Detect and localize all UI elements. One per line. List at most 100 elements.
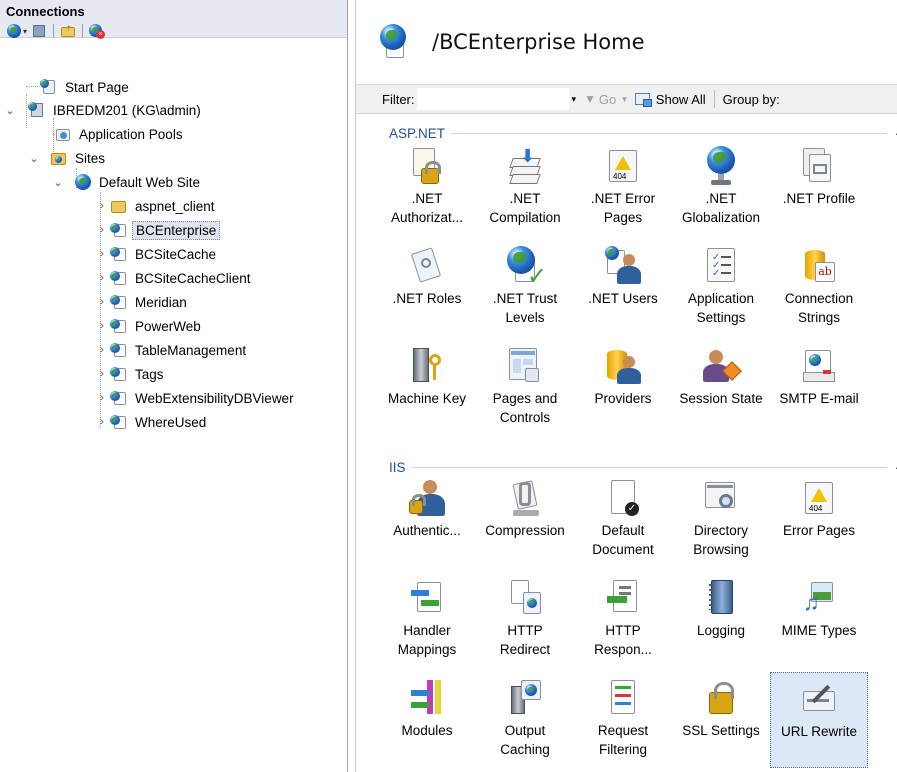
feature-label: Compression — [485, 523, 565, 538]
feature-net-roles[interactable]: .NET Roles — [378, 240, 476, 336]
collapse-chevron-icon[interactable]: ⌄ — [28, 152, 40, 165]
feature-output-caching[interactable]: Output Caching — [476, 672, 574, 768]
expand-chevron-icon[interactable]: › — [96, 224, 108, 236]
page-title: /BCEnterprise Home — [432, 30, 645, 54]
feature-connection-strings[interactable]: ab Connection Strings — [770, 240, 868, 336]
show-all-button[interactable]: Show All — [634, 91, 706, 107]
go-button[interactable]: ▼ Go ▾ — [584, 92, 627, 107]
feature-net-trust-levels[interactable]: ✓ .NET Trust Levels — [476, 240, 574, 336]
feature-label: Pages and — [492, 391, 558, 406]
feature-compression[interactable]: Compression — [476, 472, 574, 568]
feature-label: MIME Types — [781, 623, 857, 638]
feature-modules[interactable]: Modules — [378, 672, 476, 768]
tree-item-powerweb[interactable]: › PowerWeb — [96, 315, 204, 337]
smtp-email-icon — [799, 346, 839, 386]
connection-strings-icon: ab — [799, 246, 839, 286]
tree-item-tags[interactable]: › Tags — [96, 363, 167, 385]
feature-net-users[interactable]: .NET Users — [574, 240, 672, 336]
tree-label: PowerWeb — [135, 318, 201, 334]
expand-chevron-icon[interactable]: › — [96, 344, 108, 356]
disconnect-icon[interactable]: × — [89, 23, 106, 39]
feature-machine-key[interactable]: Machine Key — [378, 340, 476, 436]
feature-authentication[interactable]: Authentic... — [378, 472, 476, 568]
feature-label: Caching — [500, 742, 550, 757]
expand-chevron-icon[interactable]: › — [96, 416, 108, 428]
feature-net-compilation[interactable]: ⬇ .NET Compilation — [476, 140, 574, 236]
up-folder-icon[interactable]: ↑ — [60, 23, 76, 39]
expand-chevron-icon[interactable]: › — [96, 272, 108, 284]
tree-item-bcsitecacheclient[interactable]: › BCSiteCacheClient — [96, 267, 254, 289]
tree-item-start-page[interactable]: Start Page — [38, 76, 132, 98]
tree-item-default-web-site[interactable]: ⌄ Default Web Site — [52, 171, 203, 193]
compression-icon — [505, 478, 545, 518]
machine-key-icon — [407, 346, 447, 386]
tree-label: TableManagement — [135, 342, 247, 358]
feature-label: Machine Key — [387, 391, 467, 406]
feature-ssl-settings[interactable]: SSL Settings — [672, 672, 770, 768]
feature-pages-and-controls[interactable]: Pages and Controls — [476, 340, 574, 436]
feature-label: Logging — [696, 623, 746, 638]
tree-item-bcsitecache[interactable]: › BCSiteCache — [96, 243, 219, 265]
http-redirect-icon — [505, 578, 545, 618]
tree-item-tablemanagement[interactable]: › TableManagement — [96, 339, 249, 361]
group-by-label[interactable]: Group by: — [723, 92, 780, 107]
feature-request-filtering[interactable]: Request Filtering — [574, 672, 672, 768]
tree-item-aspnet-client[interactable]: › aspnet_client — [96, 195, 218, 217]
tree-item-sites[interactable]: ⌄ Sites — [28, 147, 108, 169]
tree-item-server[interactable]: ⌄ IBREDM201 (KG\admin) — [4, 99, 204, 121]
expand-chevron-icon[interactable]: › — [96, 200, 108, 212]
filter-input[interactable] — [416, 88, 569, 110]
feature-net-authorization[interactable]: .NET Authorizat... — [378, 140, 476, 236]
feature-directory-browsing[interactable]: Directory Browsing — [672, 472, 770, 568]
group-divider — [411, 466, 887, 468]
feature-label: Modules — [401, 723, 453, 738]
feature-net-globalization[interactable]: .NET Globalization — [672, 140, 770, 236]
feature-url-rewrite[interactable]: URL Rewrite — [770, 672, 868, 768]
web-app-icon — [110, 390, 128, 406]
expand-chevron-icon[interactable]: › — [96, 296, 108, 308]
tree-label: WhereUsed — [135, 414, 207, 430]
tree-item-application-pools[interactable]: Application Pools — [52, 123, 186, 145]
expand-chevron-icon[interactable]: › — [96, 368, 108, 380]
feature-application-settings[interactable]: ✓ ✓ ✓ Application Settings — [672, 240, 770, 336]
feature-net-profile[interactable]: .NET Profile — [770, 140, 868, 236]
feature-http-redirect[interactable]: HTTP Redirect — [476, 572, 574, 668]
tree-item-bcenterprise[interactable]: › BCEnterprise — [96, 219, 221, 241]
expand-chevron-icon[interactable]: › — [96, 392, 108, 404]
tree-item-meridian[interactable]: › Meridian — [96, 291, 190, 313]
web-app-icon — [110, 270, 128, 286]
feature-error-pages[interactable]: 404 Error Pages — [770, 472, 868, 568]
feature-providers[interactable]: Providers — [574, 340, 672, 436]
feature-label: Compilation — [489, 210, 561, 225]
filter-dropdown-icon[interactable]: ▾ — [572, 94, 577, 105]
chevron-down-icon: ▾ — [622, 93, 627, 104]
feature-handler-mappings[interactable]: Handler Mappings — [378, 572, 476, 668]
expand-chevron-icon[interactable]: › — [96, 248, 108, 260]
feature-http-response-headers[interactable]: HTTP Respon... — [574, 572, 672, 668]
feature-session-state[interactable]: Session State — [672, 340, 770, 436]
feature-mime-types[interactable]: ♫ MIME Types — [770, 572, 868, 668]
feature-net-error-pages[interactable]: 404 .NET Error Pages — [574, 140, 672, 236]
authentication-icon — [407, 478, 447, 518]
connect-globe-icon[interactable] — [6, 23, 22, 39]
tree-label: BCSiteCache — [135, 246, 217, 262]
features-view: /BCEnterprise Home Filter: ▾ ▼ Go ▾ Show… — [355, 0, 897, 772]
feature-label: Request — [597, 723, 649, 738]
feature-label: .NET Trust — [492, 291, 558, 306]
feature-default-document[interactable]: ✓ Default Document — [574, 472, 672, 568]
go-label: Go — [598, 91, 617, 107]
collapse-chevron-icon[interactable]: ⌄ — [52, 176, 64, 189]
connect-dropdown-icon[interactable]: ▾ — [23, 27, 27, 36]
tree-item-whereused[interactable]: › WhereUsed — [96, 411, 209, 433]
feature-logging[interactable]: Logging — [672, 572, 770, 668]
expand-chevron-icon[interactable]: › — [96, 320, 108, 332]
show-all-label: Show All — [655, 91, 706, 107]
net-users-icon — [603, 246, 643, 286]
feature-label: .NET — [411, 191, 443, 206]
collapse-chevron-icon[interactable]: ⌄ — [4, 104, 16, 117]
toolbar-separator — [53, 24, 55, 38]
feature-label: Connection — [784, 291, 854, 306]
save-icon[interactable] — [31, 23, 47, 39]
tree-item-webextensibilitydbviewer[interactable]: › WebExtensibilityDBViewer — [96, 387, 297, 409]
feature-smtp-email[interactable]: SMTP E-mail — [770, 340, 868, 436]
